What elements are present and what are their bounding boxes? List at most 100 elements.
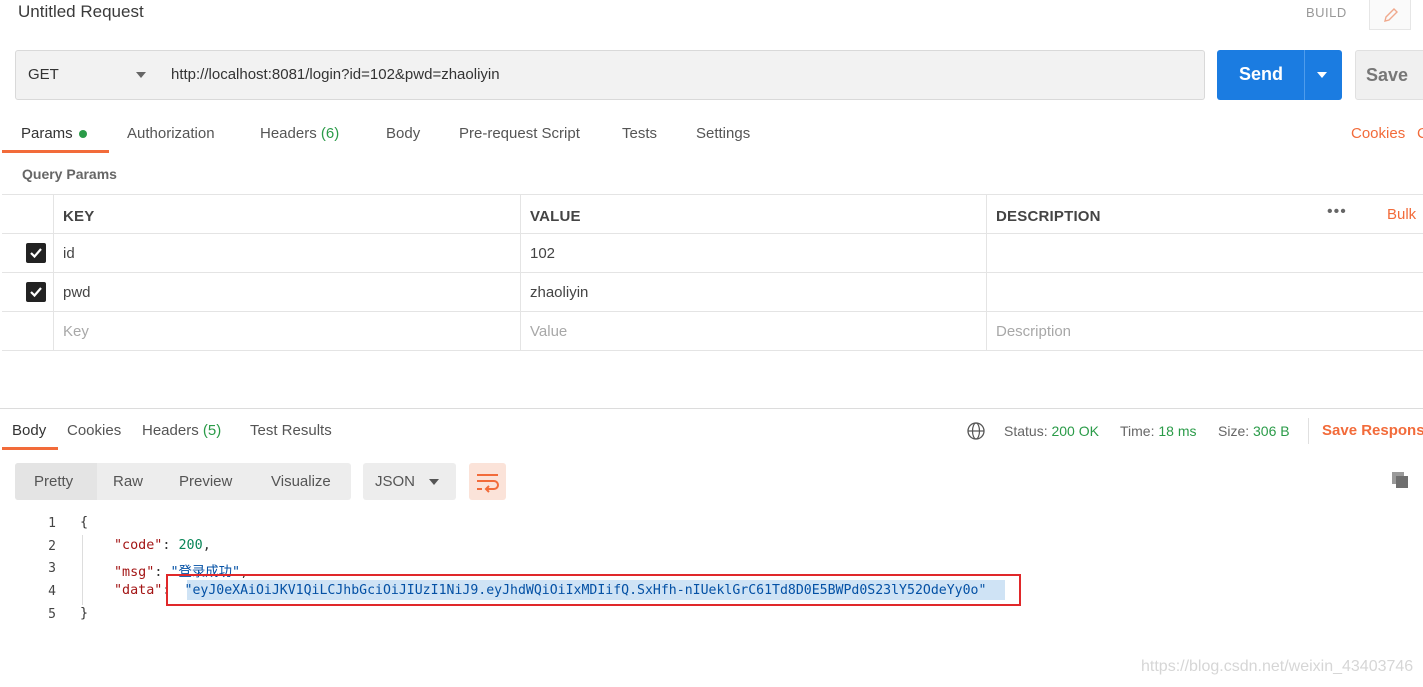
param-value: zhaoliyin <box>530 284 589 301</box>
response-tab-headers[interactable]: Headers (5) <box>142 422 221 439</box>
save-button[interactable]: Save <box>1355 50 1423 100</box>
globe-icon[interactable] <box>966 421 986 445</box>
cookies-link[interactable]: Cookies <box>1351 125 1405 142</box>
row-checkbox[interactable] <box>26 282 46 302</box>
tab-tests[interactable]: Tests <box>622 125 657 142</box>
tab-headers-label: Headers <box>260 125 317 142</box>
headers-count: (6) <box>320 125 340 142</box>
request-title[interactable]: Untitled Request <box>18 2 144 22</box>
bulk-edit-link[interactable]: Bulk <box>1387 206 1416 223</box>
response-tab-test-results[interactable]: Test Results <box>250 422 332 439</box>
param-key: id <box>63 245 75 262</box>
response-divider[interactable] <box>0 408 1423 409</box>
chevron-down-icon <box>136 72 146 78</box>
column-header-key-label: KEY <box>63 208 95 225</box>
response-format-group: Pretty Raw Preview Visualize <box>15 463 351 500</box>
column-header-description-label: DESCRIPTION <box>996 208 1101 225</box>
row-checkbox-cell <box>2 312 53 350</box>
column-header-key: KEY <box>53 195 520 233</box>
row-checkbox[interactable] <box>26 243 46 263</box>
param-value-cell[interactable]: zhaoliyin <box>520 273 986 311</box>
tab-params[interactable]: Params <box>21 125 87 142</box>
code-line[interactable]: "code": 200, <box>114 538 211 553</box>
code-line[interactable]: } <box>80 606 88 621</box>
wrap-lines-button[interactable] <box>469 463 506 500</box>
param-description-cell[interactable] <box>986 234 1423 272</box>
build-label[interactable]: BUILD <box>1306 5 1347 20</box>
time-info[interactable]: Time: 18 ms <box>1120 423 1197 439</box>
more-options-icon[interactable]: ••• <box>1327 203 1347 221</box>
tab-settings[interactable]: Settings <box>696 125 750 142</box>
new-value-input[interactable]: Value <box>520 312 986 350</box>
method-label: GET <box>28 66 59 83</box>
column-header-description: DESCRIPTION ••• Bulk <box>986 195 1423 233</box>
params-indicator-dot <box>78 130 87 139</box>
line-number: 2 <box>48 539 56 554</box>
response-tab-headers-label: Headers <box>142 422 199 439</box>
edit-button[interactable] <box>1369 0 1411 30</box>
url-value: http://localhost:8081/login?id=102&pwd=z… <box>171 66 500 83</box>
save-label: Save <box>1366 65 1409 85</box>
size-info[interactable]: Size: 306 B <box>1218 423 1290 439</box>
table-row: pwd zhaoliyin <box>2 273 1423 312</box>
url-input[interactable]: http://localhost:8081/login?id=102&pwd=z… <box>158 50 1205 100</box>
new-description-input[interactable]: Description <box>986 312 1423 350</box>
response-tab-cookies[interactable]: Cookies <box>67 422 121 439</box>
tab-body[interactable]: Body <box>386 125 420 142</box>
tab-prerequest-script[interactable]: Pre-request Script <box>459 125 580 142</box>
checkmark-icon <box>30 248 42 259</box>
chevron-down-icon <box>429 479 439 485</box>
watermark: https://blog.csdn.net/weixin_43403746 <box>1141 658 1414 675</box>
key-placeholder: Key <box>63 323 89 340</box>
status-info[interactable]: Status: 200 OK <box>1004 423 1099 439</box>
time-value: 18 ms <box>1158 423 1197 439</box>
json-comma: , <box>202 538 211 553</box>
json-brace-open: { <box>80 515 89 530</box>
column-header-value-label: VALUE <box>530 208 581 225</box>
json-colon: : <box>162 538 179 553</box>
description-placeholder: Description <box>996 323 1072 340</box>
code-line[interactable]: { <box>80 515 88 530</box>
active-tab-indicator <box>2 150 109 153</box>
tab-authorization[interactable]: Authorization <box>127 125 215 142</box>
tab-headers[interactable]: Headers (6) <box>260 125 339 142</box>
json-value-code: 200 <box>178 538 203 553</box>
method-select[interactable]: GET <box>15 50 159 100</box>
size-value: 306 B <box>1253 423 1290 439</box>
param-key-cell[interactable]: pwd <box>53 273 520 311</box>
status-label: Status: <box>1004 423 1048 439</box>
language-select[interactable]: JSON <box>363 463 456 500</box>
status-value: 200 OK <box>1051 423 1099 439</box>
response-tab-body[interactable]: Body <box>12 422 46 439</box>
column-header-value: VALUE <box>520 195 986 233</box>
param-value-cell[interactable]: 102 <box>520 234 986 272</box>
json-key-code: "code" <box>114 538 163 553</box>
param-key-cell[interactable]: id <box>53 234 520 272</box>
send-label: Send <box>1239 64 1284 84</box>
json-brace-close: } <box>80 606 89 621</box>
code-link[interactable]: C <box>1417 125 1423 142</box>
line-number: 1 <box>48 516 56 531</box>
line-number: 3 <box>48 561 56 576</box>
table-row-empty: Key Value Description <box>2 312 1423 351</box>
format-pretty-button[interactable]: Pretty <box>34 473 73 490</box>
wrap-lines-icon <box>477 474 499 493</box>
copy-icon[interactable] <box>1390 470 1410 494</box>
response-headers-count: (5) <box>202 422 222 439</box>
size-label: Size: <box>1218 423 1250 439</box>
row-checkbox-cell <box>2 273 53 311</box>
format-visualize-button[interactable]: Visualize <box>271 473 331 490</box>
param-key: pwd <box>63 284 91 301</box>
save-response-button[interactable]: Save Response <box>1322 422 1423 439</box>
time-label: Time: <box>1120 423 1155 439</box>
active-response-tab-indicator <box>2 447 58 450</box>
format-raw-button[interactable]: Raw <box>113 473 143 490</box>
json-key-data: "data" <box>114 583 163 598</box>
send-button[interactable]: Send <box>1217 50 1342 100</box>
checkmark-icon <box>30 287 42 298</box>
send-options-chevron-icon[interactable] <box>1317 72 1327 78</box>
param-description-cell[interactable] <box>986 273 1423 311</box>
query-params-heading: Query Params <box>22 166 117 182</box>
format-preview-button[interactable]: Preview <box>179 473 232 490</box>
new-key-input[interactable]: Key <box>53 312 520 350</box>
